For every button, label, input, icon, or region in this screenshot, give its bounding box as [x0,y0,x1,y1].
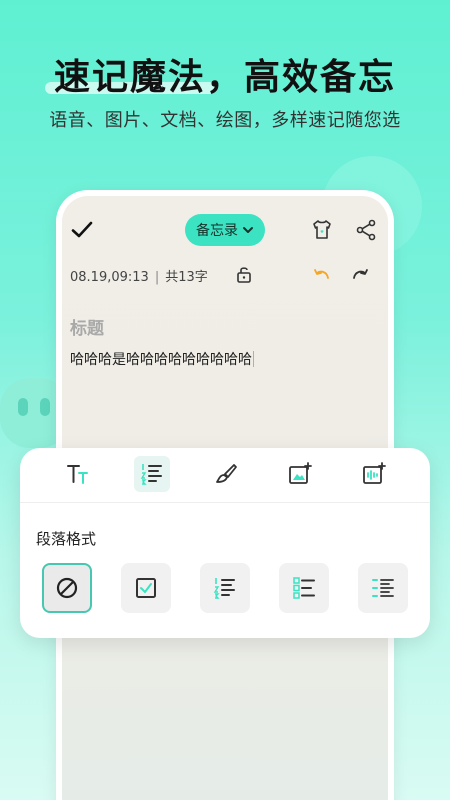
text-style-icon [67,465,88,484]
note-date: 08.19,09:13 [70,270,149,285]
square-bullet-list-icon [293,577,315,599]
numbered-list-icon [213,578,235,599]
none-icon [56,577,78,599]
meta-separator: | [154,270,160,285]
dash-list-icon [372,579,394,597]
memo-category-dropdown[interactable]: 备忘录 [185,214,265,246]
note-meta: 08.19,09:13 | 共13字 [70,266,208,285]
chevron-down-icon [243,227,253,233]
note-body-field[interactable]: 哈哈哈是哈哈哈哈哈哈哈哈哈 [70,349,254,369]
audio-insert-icon [363,462,386,484]
format-panel-tabs [20,456,430,496]
format-checkbox-button[interactable] [121,563,171,613]
editor-toolbar: 备忘录 [62,212,388,248]
tab-audio[interactable] [356,456,392,492]
note-word-count: 共13字 [165,270,208,285]
format-none-button[interactable] [42,563,92,613]
tab-paragraph[interactable] [134,456,170,492]
tab-text-style[interactable] [60,456,96,492]
tab-image[interactable] [282,456,318,492]
text-caret [253,351,254,367]
redo-icon[interactable] [350,264,370,284]
share-icon[interactable] [354,218,378,242]
paragraph-format-label: 段落格式 [36,530,97,548]
format-panel: 段落格式 [20,448,430,638]
brush-icon [216,464,237,483]
check-icon[interactable] [70,218,94,242]
checkbox-icon [136,578,156,598]
theme-shirt-icon[interactable] [310,218,334,242]
tab-brush[interactable] [208,456,244,492]
image-insert-icon [289,462,312,484]
format-numbered-button[interactable] [200,563,250,613]
ordered-list-icon [140,464,162,485]
unlock-icon[interactable] [234,264,254,284]
note-body-text: 哈哈哈是哈哈哈哈哈哈哈哈哈 [70,352,252,368]
note-title-field[interactable]: 标题 [70,314,104,339]
memo-category-label: 备忘录 [196,223,238,239]
format-dash-list-button[interactable] [358,563,408,613]
undo-icon[interactable] [312,264,332,284]
panel-divider [20,502,430,503]
promo-subline: 语音、图片、文档、绘图，多样速记随您选 [49,110,401,131]
format-square-bullet-button[interactable] [279,563,329,613]
promo-headline: 速记魔法，高效备忘 [53,57,396,98]
